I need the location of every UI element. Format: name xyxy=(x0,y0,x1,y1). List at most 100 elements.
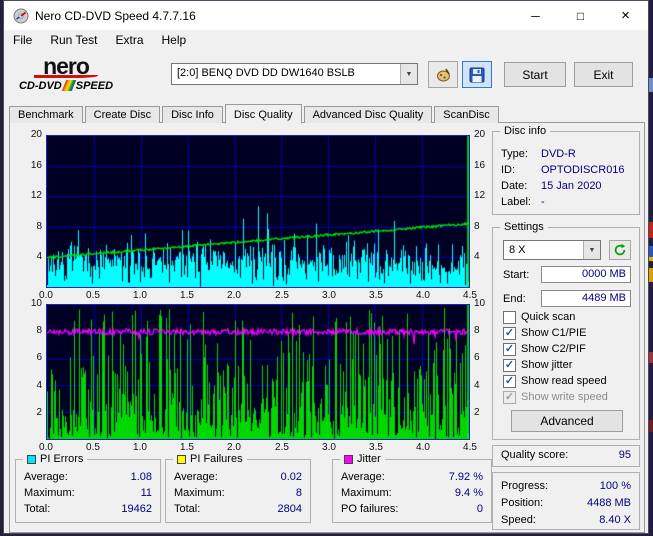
speed-selector[interactable]: 8 X ▼ xyxy=(503,240,601,260)
drive-selector-value: [2:0] BENQ DVD DD DW1640 BSLB xyxy=(177,67,355,79)
nero-logo: nero CD-DVD SPEED xyxy=(10,51,122,96)
speed-selector-value: 8 X xyxy=(509,244,526,256)
start-button[interactable]: Start xyxy=(504,62,566,87)
product-name-left: CD-DVD xyxy=(18,79,62,92)
drive-selector[interactable]: [2:0] BENQ DVD DD DW1640 BSLB ▼ xyxy=(171,63,418,85)
nero-app-icon xyxy=(13,8,29,23)
save-button[interactable] xyxy=(462,61,492,88)
y-axis-label: 8 xyxy=(36,325,42,336)
y-axis-label: 2 xyxy=(474,407,480,418)
disc-quality-page: Disc info Type: DVD-R ID: OPTODISCR016 Dat… xyxy=(9,122,645,533)
pi-failures-chart xyxy=(46,304,470,440)
menu-run-test[interactable]: Run Test xyxy=(41,31,106,49)
jitter-title: Jitter xyxy=(357,453,381,465)
y-axis-label: 8 xyxy=(36,221,42,232)
quality-score-label: Quality score: xyxy=(501,449,569,461)
title-bar: Nero CD-DVD Speed 4.7.7.16 ─ □ × xyxy=(4,1,648,30)
disc-info-group: Disc info Type: DVD-R ID: OPTODISCR016 Dat… xyxy=(492,125,640,215)
speed-label: Speed: xyxy=(501,514,536,526)
x-axis-label: 3.0 xyxy=(322,290,336,301)
nero-swoosh xyxy=(34,73,98,78)
x-axis-label: 3.5 xyxy=(369,290,383,301)
y-axis-label: 12 xyxy=(474,190,486,201)
window-title: Nero CD-DVD Speed 4.7.7.16 xyxy=(35,8,196,23)
color-settings-button[interactable] xyxy=(428,61,458,88)
menu-extra[interactable]: Extra xyxy=(106,31,152,49)
checkbox-show-read-speed[interactable]: ✓ Show read speed xyxy=(503,374,607,388)
checkbox-show-jitter[interactable]: ✓ Show jitter xyxy=(503,358,572,372)
quality-score-value: 95 xyxy=(618,449,631,461)
tab-strip: Benchmark Create Disc Disc Info Disc Qua… xyxy=(9,103,501,124)
end-position-field[interactable]: 4489 MB xyxy=(541,290,631,307)
checkbox-icon[interactable]: ✓ xyxy=(503,342,516,356)
tab-create-disc[interactable]: Create Disc xyxy=(84,106,161,123)
y-axis-label: 16 xyxy=(474,160,486,171)
x-axis-label: 2.5 xyxy=(275,290,289,301)
menu-file[interactable]: File xyxy=(4,31,41,49)
pi-failures-title: PI Failures xyxy=(190,453,243,465)
product-name-right: SPEED xyxy=(75,79,114,92)
start-position-field[interactable]: 0000 MB xyxy=(541,266,631,283)
y-axis-label: 8 xyxy=(474,325,480,336)
position-label: Position: xyxy=(501,497,544,509)
disc-label-label: Label: xyxy=(501,196,531,208)
disc-label-value: - xyxy=(541,196,545,208)
pif-maximum-label: Maximum: xyxy=(174,487,225,499)
exit-button[interactable]: Exit xyxy=(574,62,633,87)
menu-help[interactable]: Help xyxy=(153,31,196,49)
checkbox-icon[interactable]: ✓ xyxy=(503,326,516,340)
checkbox-show-c2-pif[interactable]: ✓ Show C2/PIF xyxy=(503,342,586,356)
jitter-swatch xyxy=(344,455,353,464)
end-position-label: End: xyxy=(503,293,526,305)
x-axis-label: 4.0 xyxy=(416,290,430,301)
checkbox-quick-scan[interactable]: Quick scan xyxy=(503,310,575,324)
pi-failures-swatch xyxy=(177,455,186,464)
pie-average-value: 1.08 xyxy=(130,471,152,483)
floppy-disk-icon xyxy=(469,67,485,82)
chevron-down-icon[interactable]: ▼ xyxy=(400,64,417,84)
x-axis-label: 0.5 xyxy=(86,290,100,301)
tab-disc-quality[interactable]: Disc Quality xyxy=(224,104,302,124)
disc-date-value: 15 Jan 2020 xyxy=(541,180,602,192)
pif-total-label: Total: xyxy=(174,503,201,515)
y-axis-label: 20 xyxy=(30,129,42,140)
checkbox-icon[interactable] xyxy=(503,310,516,324)
close-icon[interactable]: × xyxy=(603,1,648,30)
progress-box: Progress: 100 % Position: 4488 MB Speed: 8.… xyxy=(492,472,640,530)
tab-scandisc[interactable]: ScanDisc xyxy=(434,106,499,123)
tab-advanced-disc-quality[interactable]: Advanced Disc Quality xyxy=(303,106,433,123)
tab-disc-info[interactable]: Disc Info xyxy=(162,106,223,123)
y-axis-label: 12 xyxy=(30,190,42,201)
progress-value: 100 % xyxy=(599,480,631,492)
pie-total-value: 19462 xyxy=(121,503,152,515)
advanced-button[interactable]: Advanced xyxy=(511,410,623,432)
minimize-icon[interactable]: ─ xyxy=(513,1,558,30)
settings-title: Settings xyxy=(504,221,544,233)
menu-bar: File Run Test Extra Help xyxy=(4,30,648,50)
maximize-icon[interactable]: □ xyxy=(558,1,603,30)
x-axis-label: 0.0 xyxy=(39,442,53,453)
pi-errors-swatch xyxy=(27,455,36,464)
x-axis-label: 2.0 xyxy=(227,442,241,453)
checkbox-icon: ✓ xyxy=(503,390,516,404)
x-axis-label: 0.5 xyxy=(86,442,100,453)
y-axis-label: 4 xyxy=(474,380,480,391)
chevron-down-icon[interactable]: ▼ xyxy=(583,241,600,259)
y-axis-label: 4 xyxy=(474,251,480,262)
tab-benchmark[interactable]: Benchmark xyxy=(9,106,83,123)
checkbox-icon[interactable]: ✓ xyxy=(503,374,516,388)
y-axis-label: 2 xyxy=(36,407,42,418)
quality-score-box: Quality score: 95 xyxy=(492,445,640,467)
checkbox-show-c1-pie[interactable]: ✓ Show C1/PIE xyxy=(503,326,586,340)
refresh-button[interactable] xyxy=(609,240,631,260)
disc-id-label: ID: xyxy=(501,164,516,176)
y-axis-label: 10 xyxy=(474,298,486,309)
jitter-group: Jitter Average: 7.92 % Maximum: 9.4 % PO f… xyxy=(332,453,492,523)
checkbox-icon[interactable]: ✓ xyxy=(503,358,516,372)
pie-average-label: Average: xyxy=(24,471,68,483)
pie-total-label: Total: xyxy=(24,503,51,515)
x-axis-label: 4.5 xyxy=(463,442,477,453)
y-axis-label: 4 xyxy=(36,380,42,391)
y-axis-label: 16 xyxy=(30,160,42,171)
pi-errors-group: PI Errors Average: 1.08 Maximum: 11 Total:… xyxy=(15,453,161,523)
